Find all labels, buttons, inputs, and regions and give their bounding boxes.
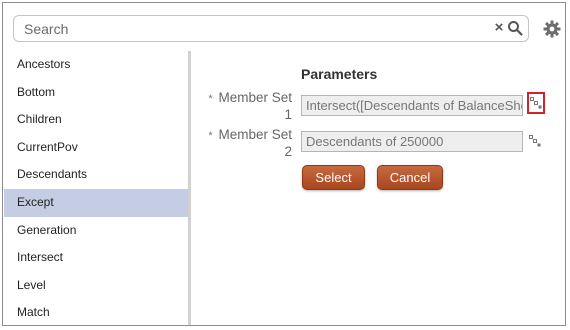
list-item-generation[interactable]: Generation [4, 217, 188, 245]
search-bar: × [13, 13, 565, 45]
list-item-descendants[interactable]: Descendants [4, 161, 188, 189]
list-item-intersect[interactable]: Intersect [4, 244, 188, 272]
member-selector-icon [530, 97, 542, 109]
member-set-1-label-number: 1 [284, 107, 292, 122]
list-item-level[interactable]: Level [4, 272, 188, 300]
search-box: × [13, 15, 529, 42]
list-item-bottom[interactable]: Bottom [4, 79, 188, 107]
member-set-2-label: * Member Set 2 [208, 127, 292, 159]
parameters-title: Parameters [301, 66, 378, 82]
list-item-currentpov[interactable]: CurrentPov [4, 134, 188, 162]
cancel-button[interactable]: Cancel [377, 165, 443, 190]
member-set-1-label: * Member Set 1 [208, 90, 292, 122]
close-icon[interactable]: × [492, 19, 506, 37]
search-icon[interactable] [507, 20, 523, 36]
required-marker: * [208, 130, 213, 142]
member-set-2-selector-button[interactable] [529, 134, 543, 148]
member-selector-icon [529, 135, 541, 147]
list-item-except[interactable]: Except [4, 188, 188, 217]
member-set-2-field[interactable]: Descendants of 250000 [301, 131, 523, 152]
list-item-ancestors[interactable]: Ancestors [4, 51, 188, 79]
list-item-children[interactable]: Children [4, 106, 188, 134]
member-set-1-field[interactable]: Intersect([Descendants of BalanceSheet] [301, 95, 523, 116]
member-set-2-label-text: Member Set [218, 127, 292, 142]
list-item-match[interactable]: Match [4, 299, 188, 327]
search-input[interactable] [24, 20, 474, 38]
select-button[interactable]: Select [302, 165, 365, 190]
function-list: Ancestors Bottom Children CurrentPov Des… [4, 51, 188, 325]
member-set-1-selector-button[interactable] [527, 92, 545, 114]
member-set-1-label-text: Member Set [218, 90, 292, 105]
panel-divider[interactable] [188, 51, 191, 325]
member-function-dialog: × Ancestors Bottom Children [2, 2, 566, 326]
required-marker: * [208, 93, 213, 105]
gear-icon[interactable] [543, 20, 561, 38]
member-set-2-label-number: 2 [284, 144, 292, 159]
